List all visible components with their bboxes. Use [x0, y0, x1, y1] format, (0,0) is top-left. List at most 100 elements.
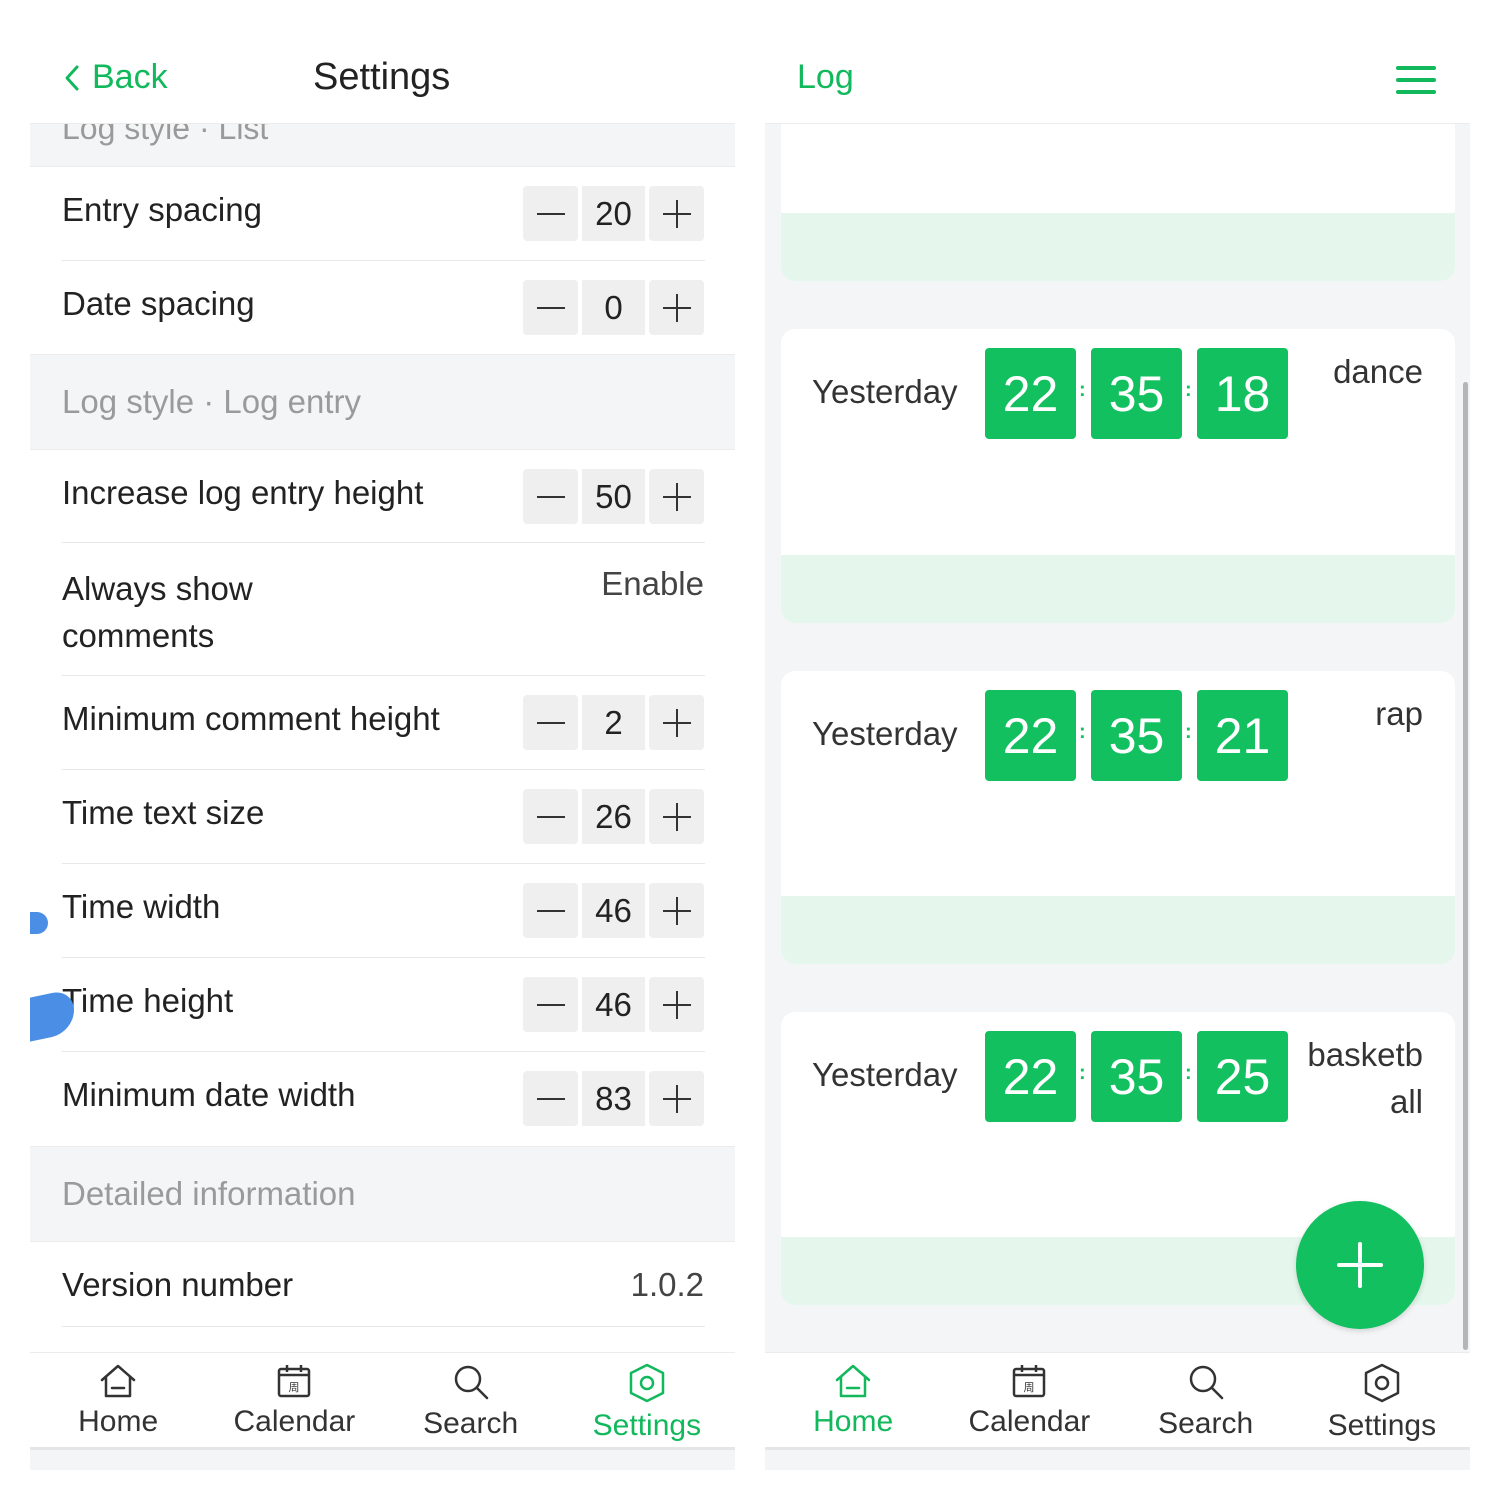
increment-button[interactable]: [649, 789, 704, 844]
back-button[interactable]: Back: [64, 58, 168, 97]
stepper-value: 2: [582, 695, 645, 750]
date-spacing-stepper: 0: [523, 280, 704, 335]
time-hour: 22: [985, 1031, 1076, 1122]
scrollbar[interactable]: [1463, 382, 1468, 1350]
stepper-value: 46: [582, 883, 645, 938]
plus-icon: [662, 990, 691, 1019]
increment-button[interactable]: [649, 469, 704, 524]
tab-settings[interactable]: Settings: [559, 1353, 735, 1447]
decrement-button[interactable]: [523, 469, 578, 524]
tab-label: Settings: [1327, 1409, 1437, 1442]
entry-date: Yesterday: [812, 373, 958, 410]
hamburger-menu-icon: [1396, 66, 1436, 94]
time-colon: :: [1185, 721, 1192, 743]
time-hour: 22: [985, 690, 1076, 781]
minus-icon: [536, 212, 565, 215]
setting-row-min-date-width: Minimum date width 83: [30, 1052, 735, 1146]
plus-icon: [662, 199, 691, 228]
stepper-value: 0: [582, 280, 645, 335]
page-title: Settings: [313, 56, 451, 98]
menu-button[interactable]: [1396, 64, 1436, 101]
setting-row-min-comment-height: Minimum comment height 2: [30, 676, 735, 770]
time-second: 18: [1197, 348, 1288, 439]
tab-home[interactable]: Home: [765, 1353, 941, 1447]
plus-icon: [662, 293, 691, 322]
increase-height-stepper: 50: [523, 469, 704, 524]
setting-label: Date spacing: [62, 285, 255, 322]
stepper-value: 83: [582, 1071, 645, 1126]
time-width-stepper: 46: [523, 883, 704, 938]
log-entry-card[interactable]: Yesterday 22 : 35 : 18 dance: [781, 329, 1455, 623]
tab-label: Search: [1158, 1407, 1254, 1440]
time-minute: 35: [1091, 348, 1182, 439]
tab-calendar[interactable]: 周 Calendar: [206, 1353, 382, 1447]
setting-label: Version number: [62, 1266, 294, 1303]
home-icon: [100, 1364, 136, 1398]
page-title: Log: [797, 58, 854, 96]
cutoff-section-label: Log style · List: [62, 124, 269, 146]
minus-icon: [536, 1003, 565, 1006]
entry-comment: basketb all: [1307, 1031, 1423, 1125]
increment-button[interactable]: [649, 280, 704, 335]
increment-button[interactable]: [649, 186, 704, 241]
plus-icon: [1337, 1242, 1383, 1288]
setting-label: Increase log entry height: [62, 474, 424, 511]
increment-button[interactable]: [649, 1071, 704, 1126]
search-icon: [1189, 1365, 1223, 1400]
setting-row-always-show-comments[interactable]: Always show comments Enable: [30, 543, 735, 676]
minus-icon: [536, 306, 565, 309]
setting-row-version-number: Version number 1.0.2: [30, 1242, 735, 1352]
tab-calendar[interactable]: 周 Calendar: [941, 1353, 1117, 1447]
increment-button[interactable]: [649, 883, 704, 938]
calendar-glyph: 周: [289, 1381, 300, 1394]
comment-strip: [781, 896, 1455, 964]
entry-date: Yesterday: [812, 715, 958, 752]
section-header-detailed-information: Detailed information: [30, 1146, 735, 1242]
tab-label: Home: [78, 1405, 159, 1438]
section-header-log-entry: Log style · Log entry: [30, 354, 735, 450]
stepper-value: 50: [582, 469, 645, 524]
stepper-value: 20: [582, 186, 645, 241]
comment-strip: [781, 213, 1455, 281]
setting-label: Time width: [62, 888, 221, 925]
time-colon: :: [1079, 721, 1086, 743]
decrement-button[interactable]: [523, 1071, 578, 1126]
log-entry-card-partial[interactable]: [781, 110, 1455, 281]
log-screen: Log Yesterday 22 : 35 : 18 dance Yesterd…: [765, 30, 1470, 1470]
search-icon: [454, 1365, 488, 1400]
decrement-button[interactable]: [523, 280, 578, 335]
tab-search[interactable]: Search: [383, 1353, 559, 1447]
settings-screen: Back Settings Log style · List Entry spa…: [30, 30, 735, 1470]
decrement-button[interactable]: [523, 977, 578, 1032]
version-value: 1.0.2: [630, 1266, 704, 1303]
add-entry-button[interactable]: [1296, 1201, 1424, 1329]
log-entry-card[interactable]: Yesterday 22 : 35 : 21 rap: [781, 671, 1455, 964]
decrement-button[interactable]: [523, 789, 578, 844]
tab-label: Calendar: [233, 1405, 356, 1438]
section-label: Log style · Log entry: [62, 383, 361, 420]
tab-bar: Home 周 Calendar Search Settings: [30, 1352, 735, 1450]
stepper-value: 26: [582, 789, 645, 844]
increment-button[interactable]: [649, 977, 704, 1032]
minus-icon: [536, 721, 565, 724]
setting-label: Always show comments: [62, 570, 253, 654]
calendar-icon: 周: [278, 1365, 311, 1398]
tab-search[interactable]: Search: [1118, 1353, 1294, 1447]
time-minute: 35: [1091, 690, 1182, 781]
divider: [62, 1326, 705, 1327]
entry-comment: dance: [1333, 353, 1423, 390]
plus-icon: [662, 708, 691, 737]
entry-spacing-stepper: 20: [523, 186, 704, 241]
entry-date: Yesterday: [812, 1056, 958, 1093]
calendar-glyph: 周: [1024, 1381, 1035, 1394]
tab-settings[interactable]: Settings: [1294, 1353, 1470, 1447]
minus-icon: [536, 815, 565, 818]
back-label: Back: [92, 58, 168, 96]
comment-line: all: [1389, 1083, 1423, 1120]
decrement-button[interactable]: [523, 883, 578, 938]
plus-icon: [662, 1084, 691, 1113]
increment-button[interactable]: [649, 695, 704, 750]
tab-home[interactable]: Home: [30, 1353, 206, 1447]
decrement-button[interactable]: [523, 695, 578, 750]
decrement-button[interactable]: [523, 186, 578, 241]
